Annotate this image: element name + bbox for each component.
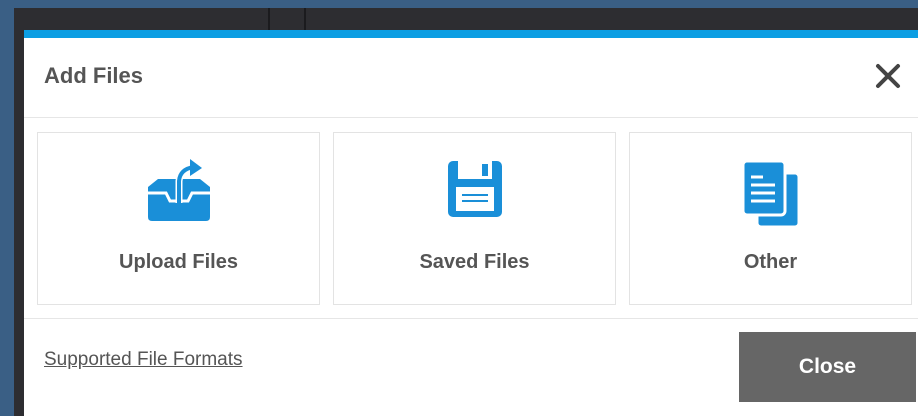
other-label: Other	[743, 251, 798, 273]
dialog-header: Add Files	[24, 38, 918, 118]
dialog-accent-bar	[24, 30, 918, 38]
upload-files-option[interactable]: Upload Files	[37, 132, 320, 305]
saved-files-label: Saved Files	[419, 251, 530, 273]
upload-files-label: Upload Files	[119, 251, 238, 273]
floppy-disk-icon	[447, 159, 502, 224]
close-button[interactable]: Close	[739, 332, 916, 402]
supported-file-formats-link[interactable]: Supported File Formats	[44, 349, 243, 371]
dialog-title: Add Files	[44, 63, 144, 88]
close-icon[interactable]	[874, 62, 902, 90]
background-divider	[304, 8, 306, 32]
background-divider	[268, 8, 270, 32]
documents-icon	[741, 159, 801, 234]
saved-files-option[interactable]: Saved Files	[333, 132, 616, 305]
upload-tray-icon	[142, 159, 216, 228]
file-source-options: Upload Files Saved Files Other	[37, 132, 913, 305]
dialog-footer: Supported File Formats Close	[24, 318, 918, 416]
add-files-dialog: Add Files Upload Files Saved Files Other…	[24, 30, 918, 416]
other-option[interactable]: Other	[629, 132, 912, 305]
